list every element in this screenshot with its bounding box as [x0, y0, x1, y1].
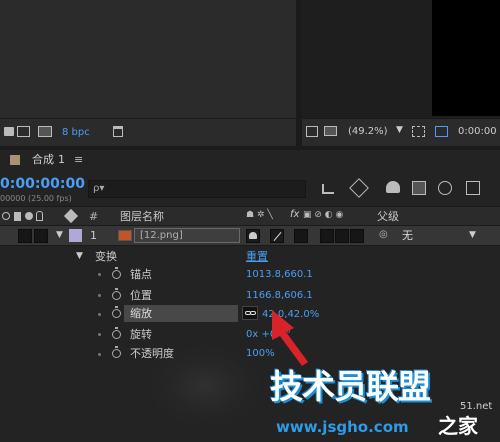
watermark-logo: 技术员联盟 51.net www.jsgho.com 之家: [270, 370, 500, 442]
constrain-proportions-link-icon[interactable]: [242, 306, 258, 320]
parent-dropdown-icon[interactable]: ▼: [469, 231, 476, 240]
transform-group-label[interactable]: 变换: [95, 251, 117, 262]
solo-icon[interactable]: [25, 212, 33, 220]
composition-tab-label[interactable]: 合成: [32, 154, 54, 165]
expand-arrow-icon[interactable]: ▼: [56, 231, 63, 240]
frame-rate-label: 00000 (25.00 fps): [0, 194, 72, 203]
watermark-suffix: 之家: [438, 414, 478, 438]
composition-mini-flowchart-icon[interactable]: [322, 184, 334, 194]
annotation-arrow: [272, 310, 308, 366]
timeline-controls: 0:00:00:00 00000 (25.00 fps) ρ▾: [0, 172, 500, 206]
snapshot-icon[interactable]: [306, 126, 318, 137]
zoom-dropdown-icon[interactable]: ▼: [396, 126, 403, 135]
audio-icon[interactable]: [14, 212, 21, 221]
property-bullet: [98, 294, 101, 297]
blend-switch-icons: ▣ ⊘ ◐ ◉: [303, 210, 344, 220]
property-bullet: [98, 353, 101, 356]
anchor-point-label: 锚点: [130, 268, 152, 281]
rotation-label: 旋转: [130, 328, 152, 341]
3d-layer-switch[interactable]: [350, 229, 364, 243]
layer-number: 1: [90, 229, 97, 242]
opacity-label: 不透明度: [130, 347, 174, 360]
transform-expand-arrow-icon[interactable]: ▼: [76, 252, 83, 261]
anchor-stopwatch-icon[interactable]: [112, 267, 121, 279]
property-bullet: [98, 313, 101, 316]
tab-menu-icon[interactable]: ≡: [74, 154, 83, 165]
column-parent[interactable]: 父级: [377, 211, 399, 222]
watermark-url: www.jsgho.com: [276, 418, 409, 436]
column-number: #: [89, 210, 99, 223]
opacity-stopwatch-icon[interactable]: [112, 346, 121, 358]
label-tag-icon[interactable]: [63, 208, 79, 224]
quality-switch[interactable]: [270, 229, 284, 243]
layer-search-input[interactable]: ρ▾: [88, 180, 306, 198]
display-icon[interactable]: [324, 126, 337, 136]
label-color-swatch[interactable]: [69, 229, 82, 242]
timeline-column-header: # 图层名称 ☗ ✲ ╲ fx ▣ ⊘ ◐ ◉ 父级: [0, 206, 500, 226]
region-of-interest-icon[interactable]: [412, 126, 425, 137]
transform-reset-link[interactable]: 重置: [246, 251, 268, 262]
frame-blending-icon[interactable]: [412, 181, 426, 195]
shy-switch[interactable]: [246, 229, 260, 243]
layer-row[interactable]: ▼ 1 [12.png] ◎ 无 ▼: [0, 226, 500, 246]
effect-switch[interactable]: [294, 229, 308, 243]
composition-tab-number[interactable]: 1: [58, 154, 65, 165]
adjustment-switch[interactable]: [335, 229, 349, 243]
timeline-tab-bar: 合成 1 ≡: [0, 150, 500, 172]
layer-name-field[interactable]: [12.png]: [134, 228, 240, 243]
new-composition-icon[interactable]: [38, 126, 52, 137]
shy-layers-icon[interactable]: [386, 181, 400, 193]
folder-icon[interactable]: [4, 127, 14, 136]
watermark-domain: 51.net: [460, 401, 493, 412]
lock-icon[interactable]: [36, 211, 43, 221]
switches-icons: ☗ ✲ ╲: [246, 210, 273, 220]
composition-tab-icon: [10, 155, 20, 165]
scale-label: 缩放: [130, 307, 152, 320]
parent-value[interactable]: 无: [402, 230, 413, 241]
graph-editor-icon[interactable]: [466, 181, 480, 195]
pick-whip-icon[interactable]: ◎: [379, 230, 388, 240]
watermark-main-text: 技术员联盟: [270, 367, 431, 406]
current-timecode[interactable]: 0:00:00:00: [0, 177, 85, 191]
bit-depth-button[interactable]: 8 bpc: [62, 128, 90, 138]
fx-switch-label: fx: [290, 209, 300, 220]
search-icon: ρ▾: [93, 183, 105, 194]
viewer-toolbar: (49.2%) ▼ 0:00:00: [302, 118, 500, 146]
viewer-timecode[interactable]: 0:00:00: [458, 127, 497, 137]
scale-stopwatch-icon[interactable]: [112, 306, 121, 318]
viewer-canvas[interactable]: [432, 0, 500, 116]
project-panel-toolbar: 8 bpc: [0, 118, 296, 146]
position-label: 位置: [130, 289, 152, 302]
property-bullet: [98, 333, 101, 336]
footage-thumbnail-icon: [118, 230, 132, 241]
project-panel: [0, 0, 296, 118]
anchor-point-value[interactable]: 1013.8,660.1: [246, 270, 313, 280]
motion-blur-icon[interactable]: [438, 181, 452, 195]
position-stopwatch-icon[interactable]: [112, 288, 121, 300]
transparency-grid-icon[interactable]: [435, 126, 448, 137]
solo-toggle[interactable]: [34, 229, 48, 243]
rotation-stopwatch-icon[interactable]: [112, 327, 121, 339]
trash-icon[interactable]: [113, 126, 123, 137]
video-visibility-icon[interactable]: [2, 212, 10, 220]
property-bullet: [98, 273, 101, 276]
column-layer-name[interactable]: 图层名称: [120, 211, 164, 222]
motion-blur-switch[interactable]: [320, 229, 334, 243]
visibility-toggle[interactable]: [18, 229, 32, 243]
zoom-level[interactable]: (49.2%): [348, 127, 388, 137]
draft-3d-icon[interactable]: [349, 178, 369, 198]
layer-name: [12.png]: [140, 230, 183, 241]
new-folder-icon[interactable]: [17, 126, 30, 137]
